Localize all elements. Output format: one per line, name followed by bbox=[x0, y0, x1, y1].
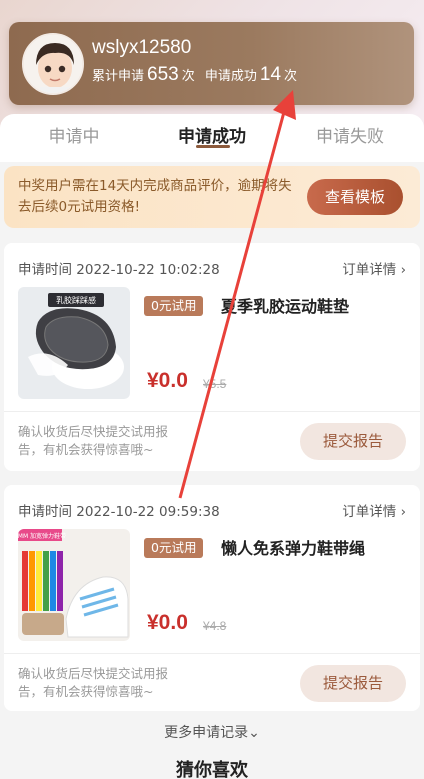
original-price: ¥4.8 bbox=[203, 619, 227, 633]
success-count: 14 bbox=[259, 64, 282, 85]
original-price: ¥5.5 bbox=[203, 377, 227, 391]
applied-label: 累计申请 bbox=[92, 69, 145, 84]
order-detail-link[interactable]: 订单详情 › bbox=[342, 258, 406, 278]
applied-unit: 次 bbox=[181, 69, 195, 84]
order-time: 申请时间 2022-10-22 10:02:28 bbox=[18, 262, 220, 278]
applied-count: 653 bbox=[147, 64, 179, 85]
report-tip: 确认收货后尽快提交试用报告，有机会获得惊喜哦~ bbox=[18, 424, 169, 457]
product-name[interactable]: 懒人免系弹力鞋带绳 bbox=[221, 535, 365, 559]
notice-banner: 中奖用户需在14天内完成商品评价，逾期将失去后续0元试用资格! 查看模板 bbox=[4, 166, 420, 228]
product-image-shoelace[interactable]: 8MM 加宽弹力鞋带 bbox=[18, 529, 130, 641]
order-card: 申请时间 2022-10-22 10:02:28 订单详情 › 乳胶踩踩感 0元… bbox=[4, 243, 420, 471]
success-unit: 次 bbox=[284, 69, 298, 84]
submit-report-button[interactable]: 提交报告 bbox=[300, 423, 406, 460]
more-records-link[interactable]: 更多申请记录⌄ bbox=[0, 722, 424, 742]
trial-badge: 0元试用 bbox=[144, 538, 204, 558]
report-tip: 确认收货后尽快提交试用报告，有机会获得惊喜哦~ bbox=[18, 666, 169, 699]
application-stats: 累计申请 653 次 申请成功 14 次 bbox=[92, 64, 297, 86]
tab-failed[interactable]: 申请失败 bbox=[290, 122, 410, 147]
product-name[interactable]: 夏季乳胶运动鞋垫 bbox=[221, 293, 349, 317]
trial-badge: 0元试用 bbox=[144, 296, 204, 316]
active-tab-indicator bbox=[196, 145, 230, 148]
order-detail-link[interactable]: 订单详情 › bbox=[342, 500, 406, 520]
divider bbox=[4, 653, 420, 654]
success-label: 申请成功 bbox=[204, 69, 257, 84]
view-template-button[interactable]: 查看模板 bbox=[307, 179, 403, 215]
tab-success[interactable]: 申请成功 bbox=[152, 122, 272, 147]
avatar[interactable] bbox=[22, 33, 84, 95]
product-price: ¥0.0 bbox=[147, 369, 188, 392]
product-price: ¥0.0 bbox=[147, 611, 188, 634]
username: wslyx12580 bbox=[92, 37, 192, 58]
status-tabs: 申请中 申请成功 申请失败 bbox=[0, 114, 424, 162]
product-image-text: 乳胶踩踩感 bbox=[56, 295, 96, 305]
order-card: 申请时间 2022-10-22 09:59:38 订单详情 › 8MM 加宽弹力… bbox=[4, 485, 420, 711]
notice-text: 中奖用户需在14天内完成商品评价，逾期将失去后续0元试用资格! bbox=[18, 178, 292, 215]
product-image-text: 8MM 加宽弹力鞋带 bbox=[18, 532, 66, 540]
order-time: 申请时间 2022-10-22 09:59:38 bbox=[18, 504, 220, 520]
guess-you-like-title: 猜你喜欢 bbox=[176, 760, 248, 779]
tab-applying[interactable]: 申请中 bbox=[14, 122, 134, 147]
product-image-insole[interactable]: 乳胶踩踩感 bbox=[18, 287, 130, 399]
divider bbox=[4, 411, 420, 412]
user-card: wslyx12580 累计申请 653 次 申请成功 14 次 bbox=[9, 22, 414, 105]
submit-report-button[interactable]: 提交报告 bbox=[300, 665, 406, 702]
